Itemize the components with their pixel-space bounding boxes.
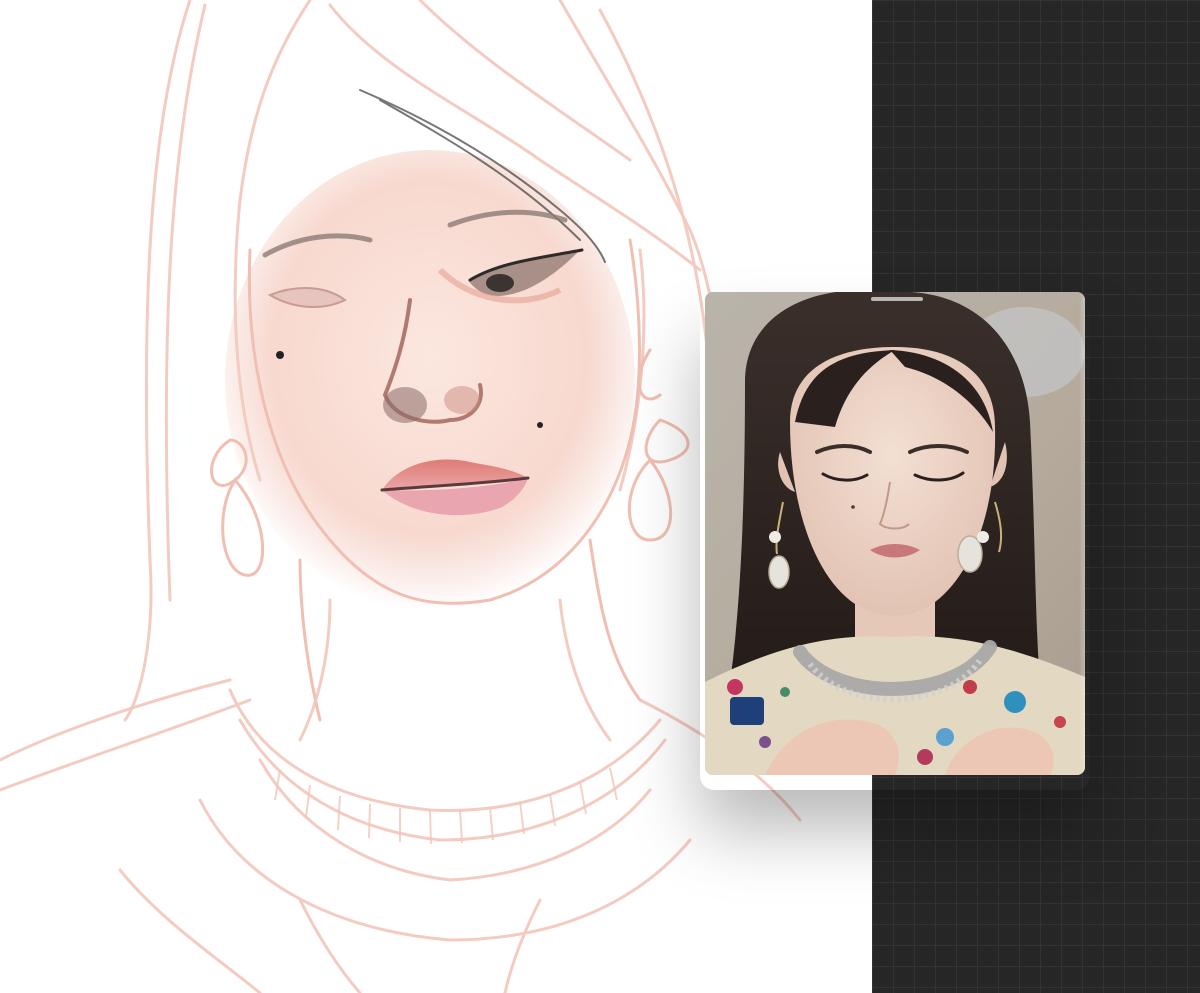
reference-photo bbox=[705, 292, 1085, 775]
resize-handle[interactable] bbox=[1079, 292, 1085, 775]
face-shading bbox=[225, 150, 635, 610]
mole-left bbox=[276, 351, 284, 359]
drag-handle[interactable] bbox=[871, 297, 923, 301]
mole-right bbox=[537, 422, 543, 428]
drawing-app bbox=[0, 0, 1200, 993]
reference-image-window[interactable] bbox=[705, 292, 1085, 775]
